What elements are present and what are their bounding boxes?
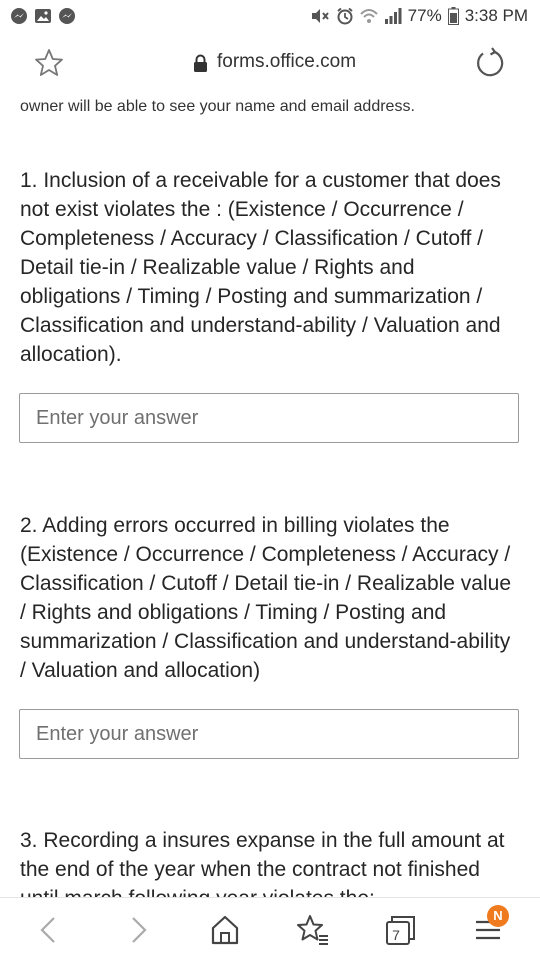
alarm-icon: [336, 7, 354, 25]
tab-count: 7: [392, 927, 400, 943]
favorites-icon[interactable]: [295, 912, 331, 948]
question-1-answer-input[interactable]: [19, 393, 519, 443]
browser-bottom-toolbar: 7: [0, 897, 540, 961]
home-icon[interactable]: [207, 912, 243, 948]
reload-icon[interactable]: [474, 47, 506, 79]
question-1-text: 1. Inclusion of a receivable for a custo…: [20, 169, 501, 366]
mute-icon: [310, 7, 330, 25]
menu-notification-badge: N: [487, 905, 509, 927]
gallery-icon: [34, 7, 52, 25]
bookmark-star-icon[interactable]: [34, 48, 64, 78]
forward-arrow-icon[interactable]: [120, 912, 156, 948]
wifi-icon: [359, 7, 378, 25]
battery-level: 77%: [407, 6, 442, 25]
url-text[interactable]: forms.office.com: [217, 51, 356, 73]
clock: 3:38 PM: [464, 6, 528, 25]
address-bar: forms.office.com: [0, 34, 540, 92]
battery-icon: [447, 7, 459, 25]
form-content: owner will be able to see your name and …: [0, 92, 540, 897]
status-bar: 77% 3:38 PM: [0, 0, 540, 34]
lock-icon: [193, 54, 208, 72]
tabs-icon[interactable]: 7: [382, 912, 418, 948]
question-3-text: 3. Recording a insures expanse in the fu…: [20, 829, 505, 897]
messenger-icon: [58, 7, 76, 25]
messenger-icon: [10, 7, 28, 25]
question-2-text: 2. Adding errors occurred in billing vio…: [20, 514, 512, 682]
privacy-notice: owner will be able to see your name and …: [20, 98, 415, 115]
back-arrow-icon[interactable]: [32, 912, 68, 948]
signal-icon: [384, 7, 402, 25]
question-2-answer-input[interactable]: [19, 709, 519, 759]
